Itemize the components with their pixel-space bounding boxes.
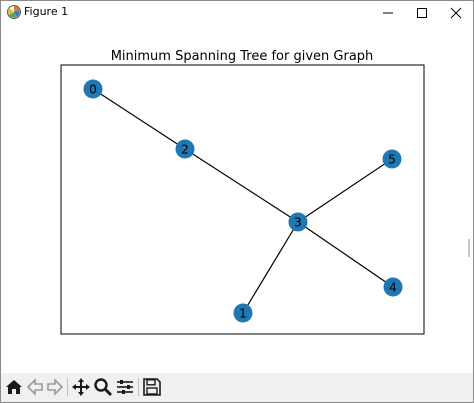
forward-icon xyxy=(47,378,64,396)
node-5: 5 xyxy=(382,149,402,169)
save-icon xyxy=(143,378,161,396)
matplotlib-app-icon xyxy=(7,5,21,19)
toolbar-separator xyxy=(67,378,68,396)
title-bar[interactable]: Figure 1 xyxy=(1,1,473,25)
node-2-label: 2 xyxy=(181,143,189,157)
plot-svg: Minimum Spanning Tree for given Graph 0 … xyxy=(60,49,425,335)
configure-subplots-button[interactable] xyxy=(115,377,135,397)
back-icon xyxy=(26,378,43,396)
node-4: 4 xyxy=(383,277,403,297)
node-3-label: 3 xyxy=(294,216,302,230)
close-icon xyxy=(450,7,462,19)
node-5-label: 5 xyxy=(388,153,396,167)
zoom-button[interactable] xyxy=(93,377,113,397)
node-3: 3 xyxy=(288,212,308,232)
axes-frame xyxy=(60,64,425,335)
minimize-button[interactable] xyxy=(371,1,405,25)
node-0: 0 xyxy=(83,79,103,99)
toolbar-separator xyxy=(138,378,139,396)
node-0-label: 0 xyxy=(89,83,97,97)
home-button[interactable] xyxy=(4,377,24,397)
pan-button[interactable] xyxy=(71,377,91,397)
forward-button[interactable] xyxy=(45,377,65,397)
node-4-label: 4 xyxy=(389,281,397,295)
node-1: 1 xyxy=(233,303,253,323)
save-button[interactable] xyxy=(142,377,162,397)
configure-subplots-icon xyxy=(117,380,133,394)
maximize-button[interactable] xyxy=(405,1,439,25)
close-button[interactable] xyxy=(439,1,473,25)
node-1-label: 1 xyxy=(239,307,247,321)
plot-title: Minimum Spanning Tree for given Graph xyxy=(111,49,374,64)
navigation-toolbar xyxy=(1,373,473,402)
figure-window: Figure 1 Minimum Spanning Tree for given… xyxy=(0,0,474,403)
figure-canvas[interactable]: Minimum Spanning Tree for given Graph 0 … xyxy=(1,25,473,373)
zoom-icon xyxy=(94,378,113,397)
home-icon xyxy=(6,380,22,394)
minimize-icon xyxy=(383,12,393,14)
back-button[interactable] xyxy=(25,377,45,397)
node-2: 2 xyxy=(175,139,195,159)
window-title: Figure 1 xyxy=(24,5,69,18)
resize-grip[interactable] xyxy=(468,239,470,257)
maximize-icon xyxy=(417,8,427,18)
pan-icon xyxy=(72,378,90,396)
